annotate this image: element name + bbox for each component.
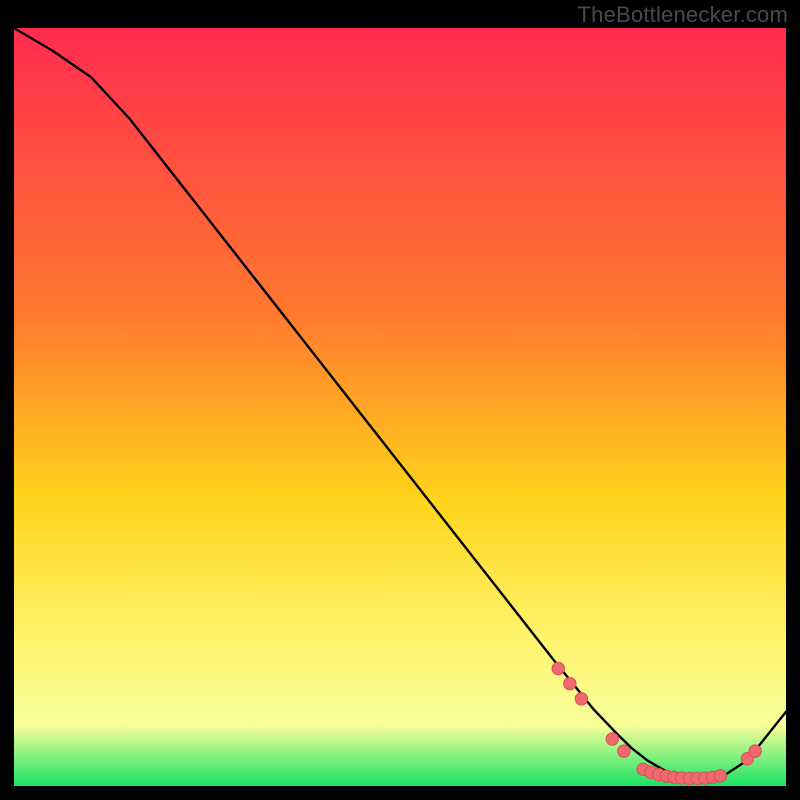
curve-marker [606,733,618,745]
curve-marker [575,693,587,705]
chart-stage: { "attribution": "TheBottlenecker.com", … [0,0,800,800]
chart-svg [0,0,800,800]
curve-marker [714,770,726,782]
attribution-text: TheBottlenecker.com [578,2,788,28]
curve-marker [552,662,564,674]
heat-gradient-panel [14,28,786,786]
curve-marker [564,677,576,689]
curve-marker [618,745,630,757]
curve-marker [749,745,761,757]
